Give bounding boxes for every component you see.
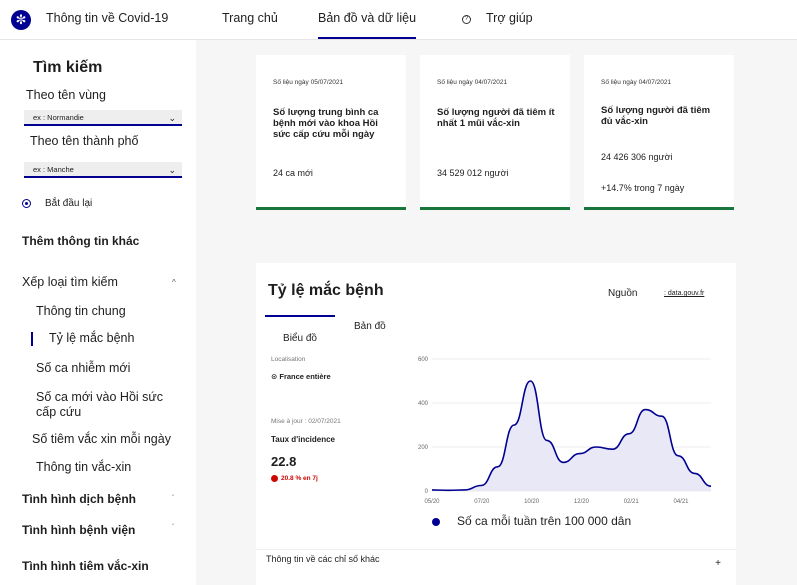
card-icu: Số liệu ngày 05/07/2021 Số lượng trung b… xyxy=(256,55,406,210)
card-value: 24 426 306 người xyxy=(601,152,673,162)
y-tick-label: 200 xyxy=(418,445,429,451)
update-date: Mise à jour : 02/07/2021 xyxy=(271,418,341,425)
card-value: 24 ca mới xyxy=(273,168,313,178)
tab-map[interactable]: Bản đồ xyxy=(354,321,386,332)
sidebar: Tìm kiếm Theo tên vùng ex : Normandie ⌄ T… xyxy=(0,40,196,585)
sidebar-item-icu[interactable]: Số ca mới vào Hồi sức cấp cứu xyxy=(36,390,176,420)
top-bar: ✼ Thông tin về Covid-19 Trang chủ Bản đồ… xyxy=(0,0,797,40)
card-trend: +14.7% trong 7 ngày xyxy=(601,183,685,193)
source-label: Nguồn xyxy=(608,288,638,299)
card-value: 34 529 012 người xyxy=(437,168,509,178)
card-vaccine-one: Số liệu ngày 04/07/2021 Số lượng người đ… xyxy=(420,55,570,210)
change-badge: 20.8 % en 7j xyxy=(271,475,318,482)
help-icon: ? xyxy=(462,15,471,24)
sidebar-item-incidence[interactable]: Tỷ lệ mắc bệnh xyxy=(49,331,134,345)
chevron-icon: ´ xyxy=(172,523,175,532)
sidebar-title: Tìm kiếm xyxy=(33,59,103,76)
card-date: Số liệu ngày 04/07/2021 xyxy=(601,79,672,86)
location-label: Localisation xyxy=(271,356,306,363)
more-info-link[interactable]: Thêm thông tin khác xyxy=(22,234,139,248)
legend-swatch xyxy=(432,517,440,526)
incidence-chart: 0 200 400 600 05/20 07/20 10/20 12/20 02/21 04/21 xyxy=(418,357,712,505)
chevron-icon: ´ xyxy=(172,494,175,503)
card-date: Số liệu ngày 05/07/2021 xyxy=(273,79,344,86)
card-title: Số lượng người đã tiêm ít nhất 1 mũi vắc… xyxy=(437,107,555,129)
city-select-placeholder: ex : Manche xyxy=(33,165,74,174)
panel-title: Tỷ lệ mắc bệnh xyxy=(268,282,384,299)
x-tick-label: 10/20 xyxy=(524,499,540,505)
location-text: France entière xyxy=(279,372,331,381)
tab-chart[interactable]: Biểu đồ xyxy=(265,315,335,344)
region-select[interactable]: ex : Normandie ⌄ xyxy=(24,110,182,126)
sidebar-item-vaccine-info[interactable]: Thông tin vắc-xin xyxy=(36,460,131,474)
y-tick-label: 600 xyxy=(418,357,429,363)
metric-value: 22.8 xyxy=(271,454,297,469)
nav-map-data[interactable]: Bản đồ và dữ liệu xyxy=(318,11,417,39)
incidence-panel: Tỷ lệ mắc bệnh Nguồn : data.gouv.fr Biểu… xyxy=(256,263,736,585)
card-vaccine-full: Số liệu ngày 04/07/2021 Số lượng người đ… xyxy=(584,55,734,210)
chart-legend: Số ca mỗi tuần trên 100 000 dân xyxy=(432,514,631,528)
section-hospital[interactable]: Tình hình bệnh viện xyxy=(22,523,135,537)
plus-icon: + xyxy=(715,558,721,569)
section-epidemic[interactable]: Tình hình dịch bệnh xyxy=(22,492,136,506)
nav-home[interactable]: Trang chủ xyxy=(222,11,278,25)
legend-label: Số ca mỗi tuần trên 100 000 dân xyxy=(457,514,632,528)
series-area xyxy=(432,381,711,491)
metric-label: Taux d'incidence xyxy=(271,435,335,444)
sidebar-item-general[interactable]: Thông tin chung xyxy=(36,304,126,318)
other-indicators-label: Thông tin về các chỉ số khác xyxy=(266,554,380,564)
city-select[interactable]: ex : Manche ⌄ xyxy=(24,162,182,178)
reset-label: Bắt đầu lại xyxy=(45,198,93,209)
chevron-up-icon: ^ xyxy=(172,278,176,287)
nav-help[interactable]: Trợ giúp xyxy=(486,11,533,25)
other-indicators[interactable]: Thông tin về các chỉ số khác + xyxy=(256,549,736,585)
chevron-down-icon: ⌄ xyxy=(168,165,176,175)
city-label: Theo tên thành phố xyxy=(30,134,139,148)
y-tick-label: 0 xyxy=(425,489,429,495)
card-title: Số lượng người đã tiêm đủ vắc-xin xyxy=(601,105,711,127)
rank-toggle[interactable]: Xếp loại tìm kiếm xyxy=(22,275,118,289)
x-tick-label: 04/21 xyxy=(673,499,689,505)
change-text: 20.8 % en 7j xyxy=(281,475,318,483)
chevron-down-icon: ⌄ xyxy=(168,113,176,123)
card-date: Số liệu ngày 04/07/2021 xyxy=(437,79,508,86)
alert-icon xyxy=(271,475,278,482)
active-marker xyxy=(31,332,33,346)
x-tick-label: 12/20 xyxy=(574,499,590,505)
card-title: Số lượng trung bình ca bệnh mới vào khoa… xyxy=(273,107,379,140)
covid-logo-icon[interactable]: ✼ xyxy=(11,10,31,30)
reset-icon xyxy=(22,198,31,208)
region-label: Theo tên vùng xyxy=(26,88,106,102)
sidebar-item-vaccine-daily[interactable]: Số tiêm vắc xin mỗi ngày xyxy=(32,432,171,446)
region-select-placeholder: ex : Normandie xyxy=(33,113,84,122)
section-vaccination[interactable]: Tình hình tiêm vắc-xin xyxy=(22,559,149,573)
source-link[interactable]: : data.gouv.fr xyxy=(664,290,704,297)
x-tick-label: 05/20 xyxy=(424,499,440,505)
x-tick-label: 07/20 xyxy=(474,499,490,505)
location-value: ⊙ France entière xyxy=(271,372,331,381)
brand-title[interactable]: Thông tin về Covid-19 xyxy=(46,11,168,25)
sidebar-item-new-cases[interactable]: Số ca nhiễm mới xyxy=(36,361,130,375)
x-tick-label: 02/21 xyxy=(624,499,640,505)
reset-button[interactable]: Bắt đầu lại xyxy=(22,198,92,209)
app-root: ✼ Thông tin về Covid-19 Trang chủ Bản đồ… xyxy=(0,0,797,585)
y-tick-label: 400 xyxy=(418,401,429,407)
